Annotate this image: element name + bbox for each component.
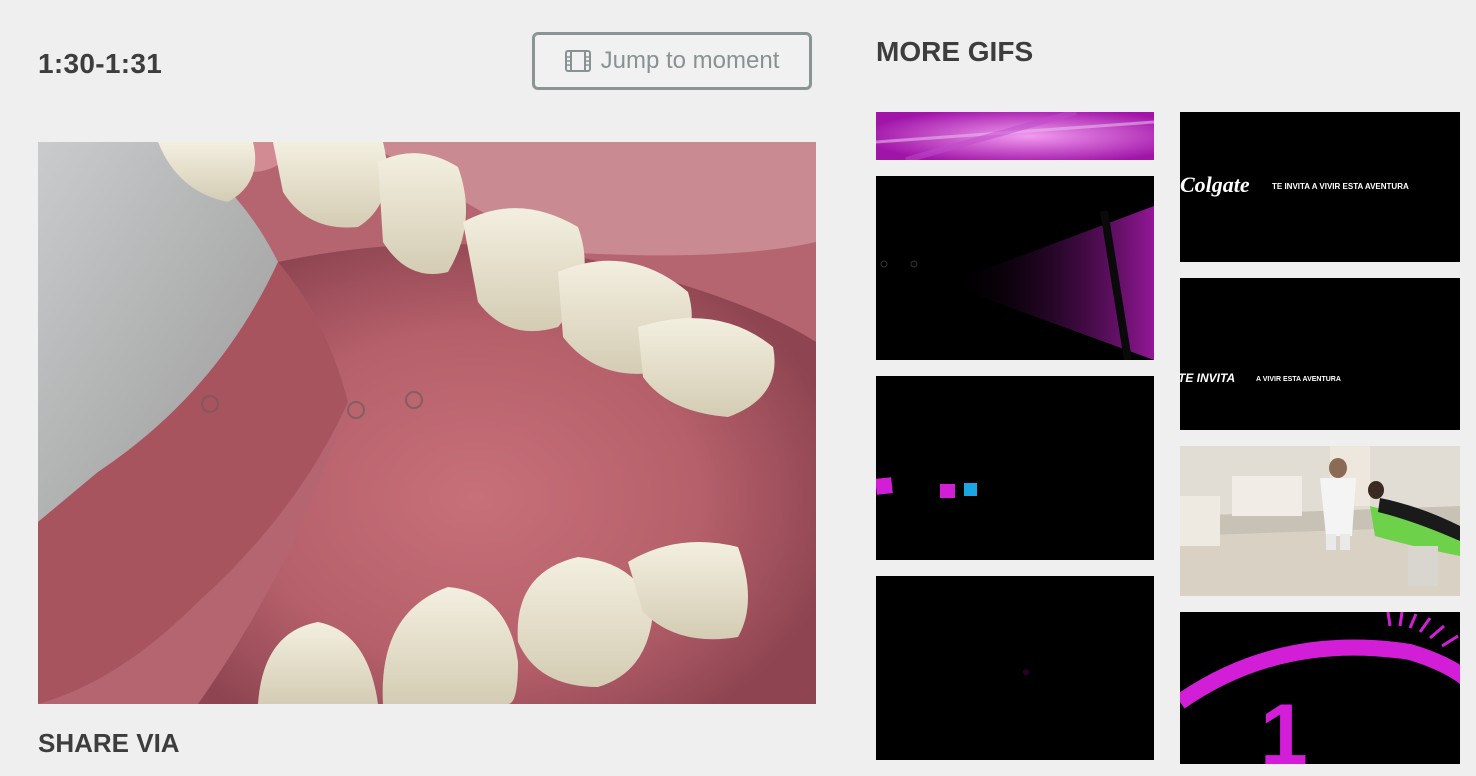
gif-thumbnail-dental-clinic[interactable]: [1180, 446, 1460, 596]
te-invita-text: TE INVITA: [1180, 371, 1235, 385]
film-icon: [564, 50, 591, 72]
gif-thumbnail-magenta-beam[interactable]: [876, 176, 1154, 360]
gif-thumbnail-dark[interactable]: [876, 576, 1154, 760]
more-gifs-heading: MORE GIFS: [876, 36, 1034, 67]
colgate-tagline-text: TE INVITA A VIVIR ESTA AVENTURA: [1272, 182, 1409, 191]
gif-thumbnail-te-invita[interactable]: TE INVITA A VIVIR ESTA AVENTURA: [1180, 278, 1460, 430]
main-gif-image: [38, 142, 816, 704]
moment-timestamp: 1:30-1:31: [38, 48, 163, 79]
countdown-number: 1: [1260, 687, 1308, 764]
jump-to-moment-label: Jump to moment: [600, 47, 780, 74]
gif-thumbnail-countdown[interactable]: 1: [1180, 612, 1460, 764]
jump-to-moment-button[interactable]: Jump to moment: [532, 32, 812, 90]
gif-thumbnail-magenta-tunnel[interactable]: [876, 112, 1154, 160]
gif-thumbnail-squares[interactable]: [876, 376, 1154, 560]
colgate-brand-text: Colgate: [1180, 172, 1250, 197]
gif-detail-page: 1:30-1:31 Jump to moment SHARE VIA MORE …: [0, 0, 1476, 776]
share-via-heading: SHARE VIA: [38, 728, 180, 758]
aventura-text: A VIVIR ESTA AVENTURA: [1256, 376, 1341, 383]
gif-thumbnail-colgate-intro[interactable]: Colgate TE INVITA A VIVIR ESTA AVENTURA: [1180, 112, 1460, 262]
